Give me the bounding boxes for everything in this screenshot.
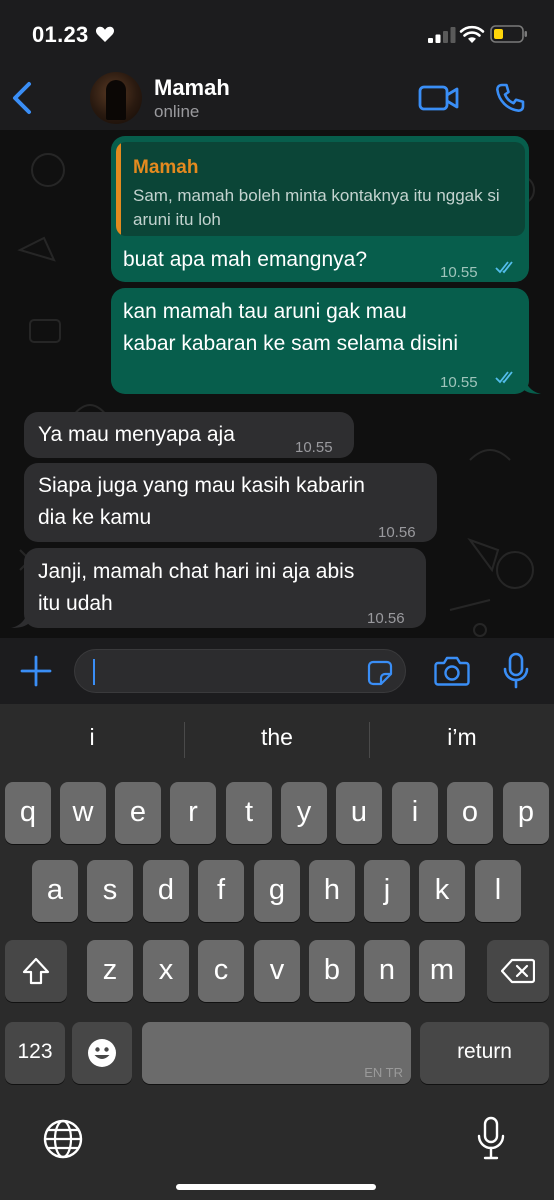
key-h[interactable]: h bbox=[309, 860, 355, 922]
outgoing-message[interactable]: kan mamah tau aruni gak mau kabar kabara… bbox=[111, 288, 529, 394]
message-text: kabar kabaran ke sam selama disini bbox=[123, 332, 458, 355]
attach-plus-button[interactable] bbox=[20, 655, 52, 687]
back-button[interactable] bbox=[8, 80, 40, 116]
emoji-key[interactable] bbox=[72, 1022, 132, 1084]
sticker-icon[interactable] bbox=[367, 660, 393, 686]
message-time: 10.55 bbox=[440, 264, 478, 281]
key-s[interactable]: s bbox=[87, 860, 133, 922]
suggestion[interactable]: the bbox=[185, 724, 369, 751]
key-e[interactable]: e bbox=[115, 782, 161, 844]
key-q[interactable]: q bbox=[5, 782, 51, 844]
chat-messages[interactable]: Mamah Sam, mamah boleh minta kontaknya i… bbox=[0, 130, 554, 638]
message-text: Janji, mamah chat hari ini aja abis bbox=[38, 560, 355, 583]
dictation-mic-icon[interactable] bbox=[476, 1116, 506, 1162]
shift-icon bbox=[22, 957, 50, 985]
status-time: 01.23 bbox=[32, 22, 89, 47]
read-receipt-icon bbox=[495, 371, 513, 384]
message-text: Ya mau menyapa aja bbox=[38, 423, 235, 446]
voice-message-button[interactable] bbox=[502, 652, 530, 690]
key-z[interactable]: z bbox=[87, 940, 133, 1002]
quoted-message[interactable]: Mamah Sam, mamah boleh minta kontaknya i… bbox=[116, 142, 525, 236]
key-o[interactable]: o bbox=[447, 782, 493, 844]
numbers-key[interactable]: 123 bbox=[5, 1022, 65, 1084]
read-receipt-icon bbox=[495, 261, 513, 274]
text-cursor bbox=[93, 659, 95, 685]
incoming-message[interactable]: Siapa juga yang mau kasih kabarin dia ke… bbox=[24, 463, 437, 542]
heart-icon bbox=[95, 26, 115, 42]
incoming-message[interactable]: Ya mau menyapa aja 10.55 bbox=[24, 412, 354, 458]
status-bar: 01.23 bbox=[0, 0, 554, 66]
key-j[interactable]: j bbox=[364, 860, 410, 922]
contact-status: online bbox=[154, 102, 200, 121]
bubble-tail bbox=[11, 610, 28, 628]
delete-key[interactable] bbox=[487, 940, 549, 1002]
predictive-bar: i the i’m bbox=[0, 704, 554, 776]
message-composer bbox=[0, 638, 554, 704]
shift-key[interactable] bbox=[5, 940, 67, 1002]
home-indicator[interactable] bbox=[176, 1184, 376, 1190]
message-text: Siapa juga yang mau kasih kabarin bbox=[38, 474, 365, 497]
key-v[interactable]: v bbox=[254, 940, 300, 1002]
key-d[interactable]: d bbox=[143, 860, 189, 922]
wifi-icon bbox=[459, 25, 485, 43]
message-text: itu udah bbox=[38, 592, 113, 615]
backspace-icon bbox=[501, 958, 535, 984]
key-l[interactable]: l bbox=[475, 860, 521, 922]
key-b[interactable]: b bbox=[309, 940, 355, 1002]
video-call-button[interactable] bbox=[418, 84, 460, 112]
globe-icon[interactable] bbox=[42, 1118, 84, 1160]
key-t[interactable]: t bbox=[226, 782, 272, 844]
contact-name[interactable]: Mamah bbox=[154, 75, 230, 101]
message-text: dia ke kamu bbox=[38, 506, 152, 529]
space-key[interactable]: EN TR bbox=[142, 1022, 411, 1084]
camera-button[interactable] bbox=[434, 655, 470, 687]
message-time: 10.55 bbox=[295, 439, 333, 456]
return-key[interactable]: return bbox=[420, 1022, 549, 1084]
voice-call-button[interactable] bbox=[494, 82, 526, 114]
key-c[interactable]: c bbox=[198, 940, 244, 1002]
incoming-message[interactable]: Janji, mamah chat hari ini aja abis itu … bbox=[24, 548, 426, 628]
outgoing-message[interactable]: Mamah Sam, mamah boleh minta kontaknya i… bbox=[111, 136, 529, 282]
battery-icon bbox=[490, 25, 527, 43]
key-k[interactable]: k bbox=[419, 860, 465, 922]
message-time: 10.56 bbox=[367, 610, 405, 627]
cellular-signal-icon bbox=[428, 27, 456, 43]
key-w[interactable]: w bbox=[60, 782, 106, 844]
key-i[interactable]: i bbox=[392, 782, 438, 844]
message-text: buat apa mah emangnya? bbox=[123, 248, 368, 271]
suggestion[interactable]: i’m bbox=[370, 724, 554, 751]
emoji-icon bbox=[88, 1039, 116, 1067]
message-input[interactable] bbox=[74, 649, 406, 693]
quoted-text: Sam, mamah boleh minta kontaknya itu ngg… bbox=[133, 186, 500, 229]
message-text: kan mamah tau aruni gak mau bbox=[123, 300, 407, 323]
keyboard-language: EN TR bbox=[364, 1065, 403, 1080]
keyboard: i the i’m q w e r t y u i o p a s d f g … bbox=[0, 704, 554, 1200]
key-r[interactable]: r bbox=[170, 782, 216, 844]
key-u[interactable]: u bbox=[336, 782, 382, 844]
key-a[interactable]: a bbox=[32, 860, 78, 922]
key-n[interactable]: n bbox=[364, 940, 410, 1002]
contact-avatar[interactable] bbox=[90, 72, 142, 124]
chat-header: Mamah online bbox=[0, 66, 554, 130]
key-p[interactable]: p bbox=[503, 782, 549, 844]
quote-accent-bar bbox=[116, 142, 121, 236]
key-g[interactable]: g bbox=[254, 860, 300, 922]
suggestion[interactable]: i bbox=[0, 724, 184, 751]
key-y[interactable]: y bbox=[281, 782, 327, 844]
quoted-sender: Mamah bbox=[133, 157, 199, 178]
message-time: 10.55 bbox=[440, 374, 478, 391]
key-f[interactable]: f bbox=[198, 860, 244, 922]
bubble-tail bbox=[524, 376, 541, 394]
key-x[interactable]: x bbox=[143, 940, 189, 1002]
message-time: 10.56 bbox=[378, 524, 416, 541]
key-m[interactable]: m bbox=[419, 940, 465, 1002]
